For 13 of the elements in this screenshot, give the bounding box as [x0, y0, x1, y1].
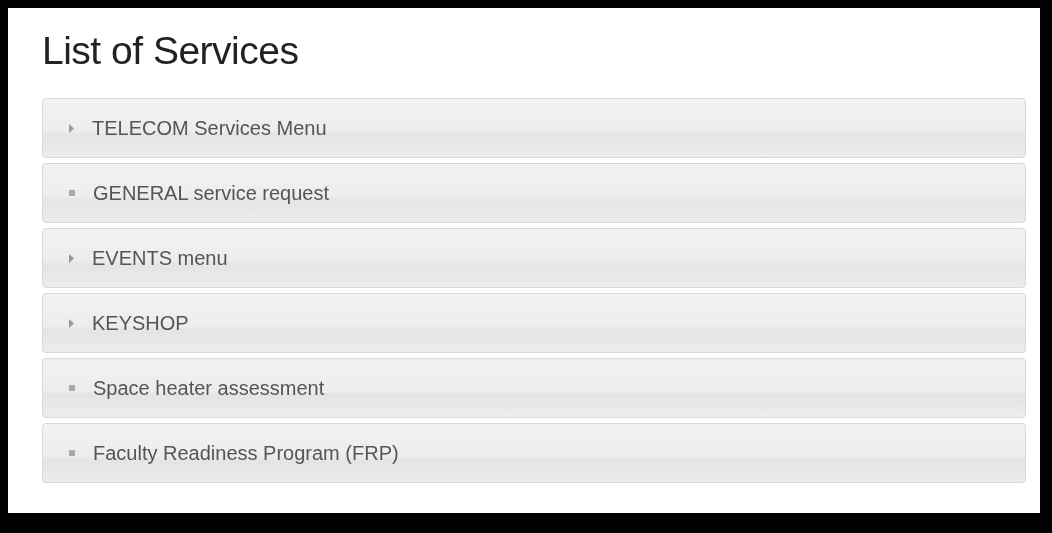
square-icon [69, 190, 75, 196]
service-item[interactable]: Faculty Readiness Program (FRP) [42, 423, 1026, 483]
service-item[interactable]: Space heater assessment [42, 358, 1026, 418]
triangle-icon [69, 123, 74, 133]
triangle-icon [69, 318, 74, 328]
triangle-icon [69, 253, 74, 263]
service-item[interactable]: EVENTS menu [42, 228, 1026, 288]
page-title: List of Services [42, 28, 300, 74]
service-item[interactable]: KEYSHOP [42, 293, 1026, 353]
square-icon [69, 450, 75, 456]
service-item[interactable]: GENERAL service request [42, 163, 1026, 223]
service-item[interactable]: TELECOM Services Menu [42, 98, 1026, 158]
square-icon [69, 385, 75, 391]
